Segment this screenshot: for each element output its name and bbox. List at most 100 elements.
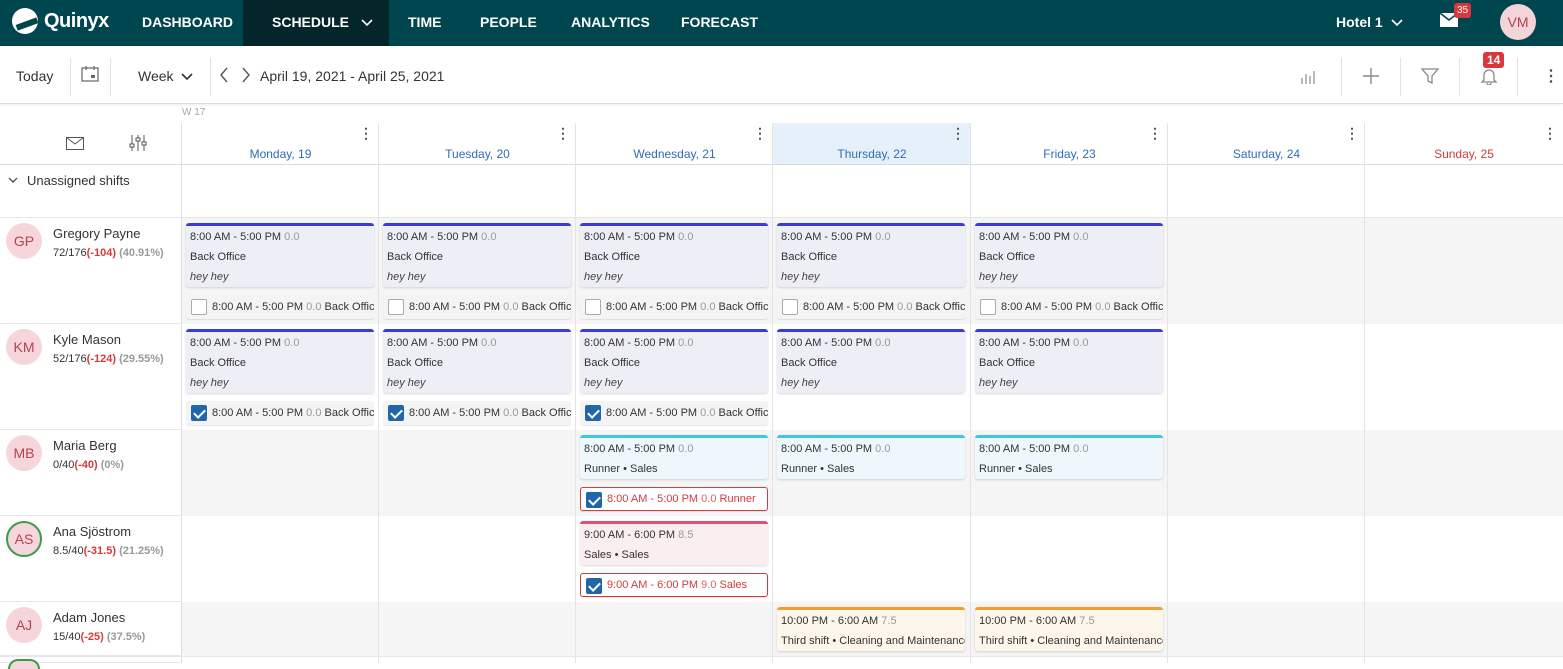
shift-card[interactable]: 8:00 AM - 5:00 PM 0.0 Runner • Sales [975, 435, 1163, 479]
chevron-left-icon[interactable] [219, 67, 229, 83]
shift-note: hey hey [584, 271, 623, 283]
calendar-icon[interactable] [81, 66, 99, 82]
divider [1517, 58, 1518, 96]
schedule-toolbar: Today Week April 19, 2021 - April 25, 20… [0, 46, 1563, 104]
employee-name[interactable]: Gregory Payne [53, 226, 140, 241]
day-header[interactable]: ⋮ Tuesday, 20 [379, 123, 576, 165]
employee-name[interactable]: Kyle Mason [53, 332, 121, 347]
filter-icon[interactable] [1421, 67, 1439, 85]
day-menu-icon[interactable]: ⋮ [359, 125, 373, 142]
hours-percent: (40.91%) [119, 247, 164, 259]
day-menu-icon[interactable]: ⋮ [951, 125, 965, 142]
employee-cell[interactable]: AJ Adam Jones 15/40(-25) (37.5%) [0, 602, 182, 656]
add-icon[interactable] [1362, 67, 1380, 85]
shift-time: 10:00 PM - 6:00 AM [979, 615, 1077, 627]
task-checkbox-checked[interactable] [191, 405, 207, 421]
employee-stats: 0/40(-40) (0%) [53, 459, 124, 471]
shift-card[interactable]: 8:00 AM - 5:00 PM 0.0 Back Office hey hey [186, 329, 374, 393]
nav-analytics[interactable]: ANALYTICS [571, 0, 650, 46]
unit-selector[interactable]: Hotel 1 [1336, 0, 1403, 44]
day-header[interactable]: ⋮ Saturday, 24 [1168, 123, 1365, 165]
shift-card[interactable]: 8:00 AM - 5:00 PM 0.0 Back Office hey hey [383, 223, 571, 287]
task-item[interactable]: 8:00 AM - 5:00 PM 0.0 Back Office [975, 295, 1163, 319]
task-checkbox[interactable] [191, 299, 207, 315]
shift-card[interactable]: 8:00 AM - 5:00 PM 0.0 Back Office hey hey [777, 329, 965, 393]
task-checkbox[interactable] [980, 299, 996, 315]
task-hours: 0.0 [701, 493, 717, 505]
task-checkbox[interactable] [782, 299, 798, 315]
shift-card[interactable]: 8:00 AM - 5:00 PM 0.0 Back Office hey hey [580, 223, 768, 287]
task-item[interactable]: 8:00 AM - 5:00 PM 0.0 Back Office [186, 401, 374, 425]
shift-card[interactable]: 8:00 AM - 5:00 PM 0.0 Back Office hey hey [777, 223, 965, 287]
avatar: AJ [6, 607, 42, 643]
task-item[interactable]: 8:00 AM - 5:00 PM 0.0 Back Office [383, 295, 571, 319]
unassigned-cell[interactable]: Unassigned shifts [0, 165, 182, 217]
task-checkbox[interactable] [388, 299, 404, 315]
shift-time: 8:00 AM - 5:00 PM [979, 337, 1071, 349]
shift-card[interactable]: 9:00 AM - 6:00 PM 8.5 Sales • Sales [580, 521, 768, 565]
task-checkbox-checked[interactable] [586, 492, 602, 508]
employee-name[interactable]: Ana Sjöstrom [53, 524, 131, 539]
shift-card[interactable]: 8:00 AM - 5:00 PM 0.0 Back Office hey hey [186, 223, 374, 287]
nav-time[interactable]: TIME [408, 0, 441, 46]
shift-card[interactable]: 8:00 AM - 5:00 PM 0.0 Back Office hey hey [383, 329, 571, 393]
nav-dashboard[interactable]: DASHBOARD [142, 0, 233, 46]
task-checkbox-checked[interactable] [585, 405, 601, 421]
nav-forecast[interactable]: FORECAST [681, 0, 758, 46]
shift-card[interactable]: 8:00 AM - 5:00 PM 0.0 Back Office hey hey [975, 329, 1163, 393]
employee-name[interactable]: Maria Berg [53, 438, 117, 453]
chevron-down-icon[interactable] [8, 177, 18, 185]
column-divider [378, 123, 379, 663]
shift-card[interactable]: 10:00 PM - 6:00 AM 7.5 Third shift • Clea… [975, 607, 1163, 651]
day-header[interactable]: ⋮ Sunday, 25 [1365, 123, 1563, 165]
bell-icon[interactable] [1480, 67, 1498, 85]
today-button[interactable]: Today [16, 68, 53, 84]
day-header-today[interactable]: ⋮ Thursday, 22 [773, 123, 971, 165]
quinyx-logo[interactable]: Quinyx [12, 8, 109, 34]
task-item[interactable]: 8:00 AM - 5:00 PM 0.0 Back Office [580, 295, 768, 319]
nav-schedule[interactable]: SCHEDULE [243, 0, 389, 46]
task-checkbox[interactable] [585, 299, 601, 315]
day-header[interactable]: ⋮ Friday, 23 [971, 123, 1168, 165]
shift-card[interactable]: 8:00 AM - 5:00 PM 0.0 Runner • Sales [777, 435, 965, 479]
task-item[interactable]: 8:00 AM - 5:00 PM 0.0 Back Office [580, 401, 768, 425]
day-menu-icon[interactable]: ⋮ [1148, 125, 1162, 142]
task-item[interactable]: 9:00 AM - 6:00 PM 9.0 Sales [580, 573, 768, 597]
shift-card[interactable]: 8:00 AM - 5:00 PM 0.0 Back Office hey hey [580, 329, 768, 393]
task-name: Back Office [915, 301, 965, 313]
day-menu-icon[interactable]: ⋮ [556, 125, 570, 142]
day-menu-icon[interactable]: ⋮ [1345, 125, 1359, 142]
more-options-icon[interactable]: ⋮ [1543, 66, 1559, 86]
adjust-settings-icon[interactable] [129, 134, 147, 152]
day-menu-icon[interactable]: ⋮ [1543, 125, 1557, 142]
chevron-right-icon[interactable] [241, 67, 251, 83]
bar-chart-icon[interactable] [1300, 68, 1318, 84]
day-header[interactable]: ⋮ Wednesday, 21 [576, 123, 773, 165]
employee-cell[interactable]: AS Ana Sjöstrom 8.5/40(-31.5) (21.25%) [0, 516, 182, 602]
employee-name[interactable]: Adam Jones [53, 610, 125, 625]
task-item[interactable]: 8:00 AM - 5:00 PM 0.0 Back Office [186, 295, 374, 319]
shift-card[interactable]: 8:00 AM - 5:00 PM 0.0 Back Office hey hey [975, 223, 1163, 287]
task-item[interactable]: 8:00 AM - 5:00 PM 0.0 Back Office [383, 401, 571, 425]
employee-cell[interactable]: GP Gregory Payne 72/176(-104) (40.91%) [0, 218, 182, 324]
shift-card[interactable]: 10:00 PM - 6:00 AM 7.5 Third shift • Clea… [777, 607, 965, 651]
task-item[interactable]: 8:00 AM - 5:00 PM 0.0 Runner [580, 487, 768, 511]
employee-cell[interactable]: KM Kyle Mason 52/176(-124) (29.55%) [0, 324, 182, 430]
task-checkbox-checked[interactable] [586, 578, 602, 594]
day-label: Monday, 19 [249, 147, 312, 161]
divider [1341, 58, 1342, 96]
mail-icon[interactable] [66, 137, 84, 150]
task-item[interactable]: 8:00 AM - 5:00 PM 0.0 Back Office [777, 295, 965, 319]
day-menu-icon[interactable]: ⋮ [753, 125, 767, 142]
top-nav: Quinyx DASHBOARD SCHEDULE TIME PEOPLE AN… [0, 0, 1563, 46]
task-checkbox-checked[interactable] [388, 405, 404, 421]
shift-time: 8:00 AM - 5:00 PM [584, 231, 676, 243]
employee-cell[interactable]: MB Maria Berg 0/40(-40) (0%) [0, 430, 182, 516]
hours-diff: (-25) [80, 631, 104, 643]
shift-card[interactable]: 8:00 AM - 5:00 PM 0.0 Runner • Sales [580, 435, 768, 479]
nav-people[interactable]: PEOPLE [480, 0, 537, 46]
view-selector[interactable]: Week [138, 68, 194, 84]
task-time: 8:00 AM - 5:00 PM [409, 301, 501, 313]
day-header[interactable]: ⋮ Monday, 19 [182, 123, 379, 165]
user-avatar[interactable]: VM [1500, 4, 1536, 40]
